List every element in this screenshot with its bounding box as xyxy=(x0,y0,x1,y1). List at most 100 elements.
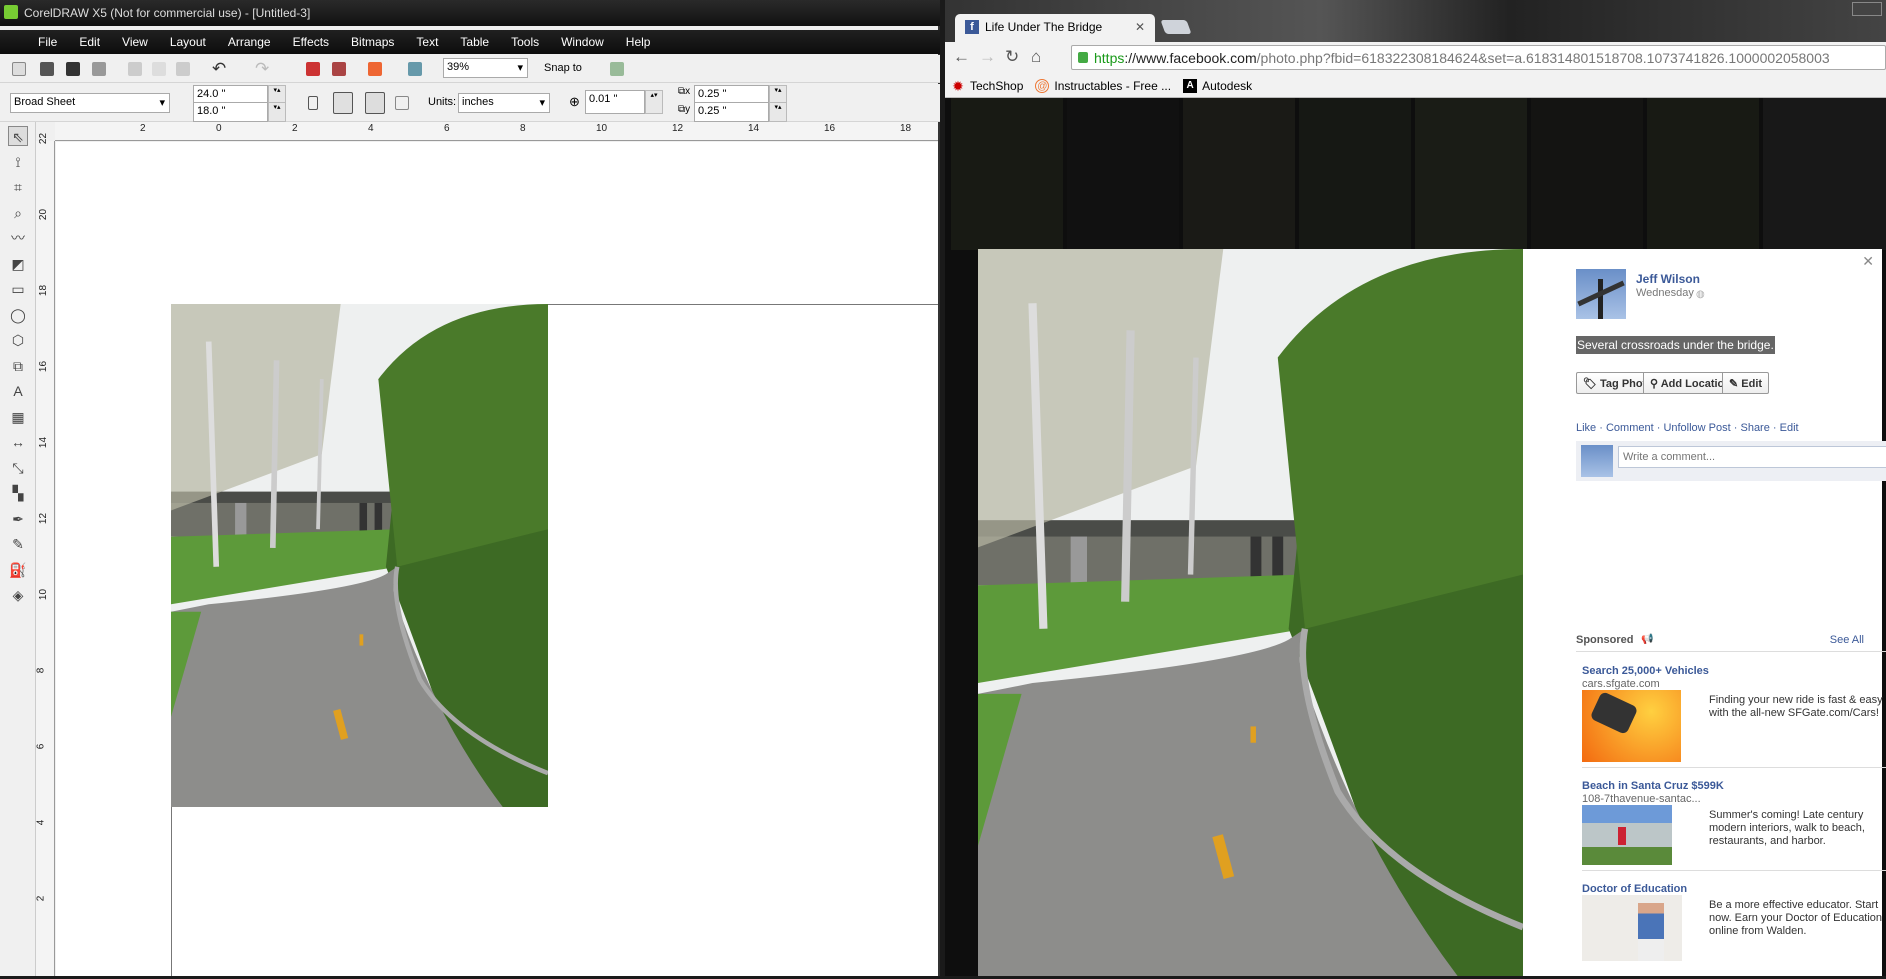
imported-bitmap[interactable] xyxy=(171,304,549,807)
author-name-link[interactable]: Jeff Wilson xyxy=(1636,272,1700,286)
fill-tool-icon[interactable]: ⛽ xyxy=(8,560,28,580)
menu-arrange[interactable]: Arrange xyxy=(228,35,271,49)
save-icon[interactable] xyxy=(66,62,80,76)
smart-fill-tool-icon[interactable]: ◩ xyxy=(8,254,28,274)
ad-image-educator[interactable] xyxy=(1582,895,1682,961)
import-icon[interactable] xyxy=(306,62,320,76)
address-bar[interactable]: https://www.facebook.com/photo.php?fbid=… xyxy=(1071,45,1886,70)
new-tab-button[interactable] xyxy=(1160,20,1192,34)
open-icon[interactable] xyxy=(40,62,54,76)
menu-layout[interactable]: Layout xyxy=(170,35,206,49)
bookmark-instructables[interactable]: @ Instructables - Free ... xyxy=(1035,78,1171,93)
page-height-field[interactable]: 18.0 " xyxy=(193,102,268,122)
export-icon[interactable] xyxy=(332,62,346,76)
height-spinner[interactable]: ▾▴ xyxy=(268,102,286,122)
megaphone-icon: 📢 xyxy=(1641,634,1654,645)
snap-to-button[interactable]: Snap to xyxy=(544,62,582,74)
landscape-icon[interactable] xyxy=(333,92,353,114)
dup-y-spinner[interactable]: ▾▴ xyxy=(769,102,787,122)
portrait-icon[interactable] xyxy=(308,96,318,110)
menu-window[interactable]: Window xyxy=(561,35,604,49)
vertical-ruler[interactable]: 22 20 18 16 14 12 10 8 6 4 2 xyxy=(35,133,55,976)
ad-title-link[interactable]: Beach in Santa Cruz $599K xyxy=(1582,780,1724,792)
polygon-tool-icon[interactable]: ⬡ xyxy=(8,330,28,350)
freehand-tool-icon[interactable]: 〰 xyxy=(8,228,28,248)
cut-icon[interactable] xyxy=(128,62,142,76)
new-document-icon[interactable] xyxy=(12,62,26,76)
ruler-tick-label: 6 xyxy=(444,123,450,134)
author-avatar[interactable] xyxy=(1576,269,1626,319)
menu-bitmaps[interactable]: Bitmaps xyxy=(351,35,394,49)
paste-icon[interactable] xyxy=(176,62,190,76)
tab-life-under-the-bridge[interactable]: f Life Under The Bridge ✕ xyxy=(955,14,1155,42)
ad-image-car-keys[interactable] xyxy=(1582,690,1681,762)
zoom-tool-icon[interactable]: ⌕ xyxy=(8,203,28,223)
undo-icon[interactable]: ↶ xyxy=(212,59,226,79)
ad-title-link[interactable]: Search 25,000+ Vehicles xyxy=(1582,665,1709,677)
current-page-icon[interactable] xyxy=(395,96,409,110)
menu-text[interactable]: Text xyxy=(416,35,438,49)
url-host: ://www.facebook.com xyxy=(1124,50,1257,66)
eyedropper-tool-icon[interactable]: ✒ xyxy=(8,509,28,529)
edit-button[interactable]: ✎ Edit xyxy=(1722,372,1770,394)
close-tab-icon[interactable]: ✕ xyxy=(1135,20,1145,34)
application-launcher-icon[interactable] xyxy=(368,62,382,76)
copy-icon[interactable] xyxy=(152,62,166,76)
see-all-link[interactable]: See All xyxy=(1830,634,1864,646)
nudge-distance-field[interactable]: 0.01 " xyxy=(585,90,645,114)
text-tool-icon[interactable]: A xyxy=(8,381,28,401)
page-size-select[interactable]: Broad Sheet xyxy=(10,93,170,113)
print-icon[interactable] xyxy=(92,62,106,76)
window-controls[interactable] xyxy=(1852,2,1882,16)
duplicate-y-field[interactable]: 0.25 " xyxy=(694,102,769,122)
post-time-link[interactable]: Wednesday xyxy=(1636,287,1694,299)
nudge-spinner[interactable]: ▴▾ xyxy=(645,90,663,114)
back-icon[interactable]: ← xyxy=(953,47,970,67)
menu-tools[interactable]: Tools xyxy=(511,35,539,49)
home-icon[interactable]: ⌂ xyxy=(1031,47,1041,67)
share-link[interactable]: Share xyxy=(1740,422,1769,434)
photo[interactable] xyxy=(978,249,1525,976)
ellipse-tool-icon[interactable]: ◯ xyxy=(8,305,28,325)
bookmark-autodesk[interactable]: A Autodesk xyxy=(1183,78,1252,93)
crop-tool-icon[interactable]: ⌗ xyxy=(8,177,28,197)
edit-link[interactable]: Edit xyxy=(1780,422,1799,434)
unfollow-post-link[interactable]: Unfollow Post xyxy=(1663,422,1730,434)
dimension-tool-icon[interactable]: ↔ xyxy=(8,432,28,452)
interactive-fill-tool-icon[interactable]: ◈ xyxy=(8,585,28,605)
pick-tool-icon[interactable]: ⇖ xyxy=(8,126,28,146)
ad-title-link[interactable]: Doctor of Education xyxy=(1582,883,1687,895)
menu-help[interactable]: Help xyxy=(626,35,651,49)
connector-tool-icon[interactable]: ⤡ xyxy=(8,458,28,478)
all-pages-icon[interactable] xyxy=(365,92,385,114)
close-icon[interactable]: ✕ xyxy=(1862,253,1874,270)
bookmark-techshop[interactable]: ✹ TechShop xyxy=(951,79,1023,93)
comment-link[interactable]: Comment xyxy=(1606,422,1654,434)
background-thumbnail xyxy=(951,98,1063,250)
shape-tool-icon[interactable]: ⟟ xyxy=(8,152,28,172)
menu-table[interactable]: Table xyxy=(460,35,489,49)
menu-file[interactable]: File xyxy=(38,35,57,49)
ad-image-beach-house[interactable] xyxy=(1582,805,1672,865)
drawing-canvas[interactable] xyxy=(56,142,938,976)
comment-input[interactable] xyxy=(1618,446,1886,468)
like-link[interactable]: Like xyxy=(1576,422,1596,434)
options-icon[interactable] xyxy=(610,62,624,76)
units-select[interactable]: inches xyxy=(458,93,550,113)
horizontal-ruler[interactable]: 202468101214161820 xyxy=(55,122,987,141)
outline-tool-icon[interactable]: ✎ xyxy=(8,534,28,554)
reload-icon[interactable]: ↻ xyxy=(1005,47,1019,67)
menu-effects[interactable]: Effects xyxy=(293,35,329,49)
menu-view[interactable]: View xyxy=(122,35,148,49)
welcome-screen-icon[interactable] xyxy=(408,62,422,76)
blend-tool-icon[interactable]: ▚ xyxy=(8,483,28,503)
forward-icon[interactable]: → xyxy=(979,47,996,67)
menu-edit[interactable]: Edit xyxy=(79,35,100,49)
redo-icon[interactable]: ↷ xyxy=(255,59,269,79)
basic-shapes-tool-icon[interactable]: ⧉ xyxy=(8,356,28,376)
rectangle-tool-icon[interactable]: ▭ xyxy=(8,279,28,299)
zoom-value: 39% xyxy=(447,61,470,73)
table-tool-icon[interactable]: ▦ xyxy=(8,407,28,427)
zoom-level-select[interactable]: 39% xyxy=(443,58,528,78)
globe-icon[interactable]: ◍ xyxy=(1696,289,1705,300)
